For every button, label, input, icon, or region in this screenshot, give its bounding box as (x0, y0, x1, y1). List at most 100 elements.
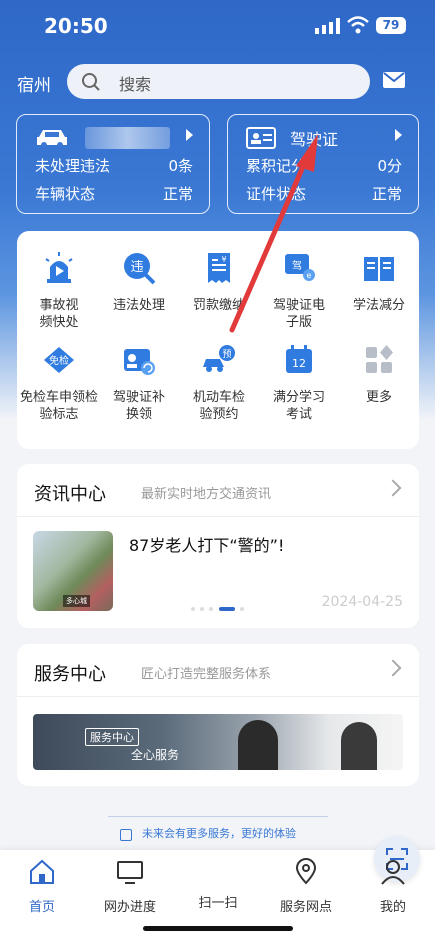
service-label: 驾驶证补换领 (112, 390, 165, 422)
service-inspection-booking[interactable]: 预 机动车检验预约 (179, 343, 259, 423)
tab-label: 我的 (379, 900, 406, 915)
more-services-note: 未来会有更多服务，更好的体验 (108, 816, 328, 850)
svg-text:12: 12 (292, 357, 306, 370)
vehicle-status-label: 车辆状态 (35, 185, 96, 203)
service-grid: 事故视频快处 违 违法处理 ¥ 罚款缴纳 驾 e 驾驶证电子版 学法减分 免检 … (17, 231, 419, 449)
service-fine-payment[interactable]: ¥ 罚款缴纳 (179, 251, 259, 314)
scan-spacer (204, 858, 232, 886)
tab-home[interactable]: 首页 (2, 858, 82, 915)
service-center-title: 服务中心 (34, 664, 106, 685)
chevron-right-icon[interactable] (384, 659, 402, 677)
carousel-indicator (191, 607, 251, 613)
service-label: 驾驶证电子版 (272, 298, 325, 330)
service-label: 更多 (365, 390, 392, 405)
divider (17, 516, 419, 517)
svg-text:驾: 驾 (292, 260, 302, 272)
banner-tag: 服务中心 (85, 728, 139, 746)
service-label: 学法减分 (352, 298, 405, 313)
inspection-booking-icon: 预 (203, 345, 235, 372)
tab-service-points[interactable]: 服务网点 (266, 858, 346, 915)
search-bar[interactable]: 搜索 (67, 64, 370, 99)
user-icon (381, 860, 405, 885)
service-label: 机动车检验预约 (192, 390, 245, 422)
violations-label: 未处理违法 (35, 157, 111, 175)
plate-number-redacted (85, 127, 170, 149)
tab-label: 服务网点 (279, 900, 332, 915)
id-card-icon (246, 127, 276, 149)
license-status-label: 证件状态 (246, 185, 307, 203)
service-e-license[interactable]: 驾 e 驾驶证电子版 (259, 251, 339, 331)
carousel-dot-active (219, 607, 235, 611)
calendar-12-icon: 12 (286, 345, 312, 373)
service-license-renew[interactable]: 驾驶证补换领 (99, 343, 179, 423)
tab-mine[interactable]: 我的 (353, 858, 433, 915)
banner-subtitle: 全心服务 (131, 748, 180, 762)
carousel-dot (240, 607, 244, 611)
tab-label: 网办进度 (103, 900, 156, 915)
open-book-icon (364, 257, 394, 281)
chevron-right-icon (186, 129, 193, 141)
cellular-signal-icon (315, 18, 340, 34)
banner-person (341, 722, 377, 770)
svg-text:免检: 免检 (49, 354, 69, 367)
news-center: 资讯中心 最新实时地方交通资讯 多心城 87岁老人打下“警的”! 2024-04… (17, 464, 419, 628)
service-full-score-exam[interactable]: 12 满分学习考试 (259, 343, 339, 423)
thumbnail-watermark: 多心城 (63, 595, 90, 607)
city-selector[interactable]: 宿州 (17, 71, 51, 96)
map-pin-icon (295, 858, 317, 885)
svg-text:e: e (307, 271, 312, 280)
service-study-deduct[interactable]: 学法减分 (339, 251, 419, 314)
service-exempt-inspection[interactable]: 免检 免检车申领检验标志 (19, 343, 99, 423)
service-center: 服务中心 匠心打造完整服务体系 服务中心 全心服务 (17, 644, 419, 786)
license-card[interactable]: 驾驶证 累积记分 0分 证件状态 正常 (227, 114, 419, 214)
news-headline[interactable]: 87岁老人打下“警的”! (129, 532, 284, 556)
news-thumbnail[interactable]: 多心城 (33, 531, 113, 611)
fine-receipt-icon: ¥ (208, 253, 230, 283)
service-accident-video[interactable]: 事故视频快处 (19, 251, 99, 331)
search-icon (82, 73, 100, 91)
service-center-subtitle: 匠心打造完整服务体系 (141, 667, 272, 682)
license-renew-icon (124, 349, 155, 375)
points-value: 0分 (377, 157, 402, 175)
carousel-dot (191, 607, 195, 611)
news-subtitle: 最新实时地方交通资讯 (141, 487, 272, 502)
tab-progress[interactable]: 网办进度 (90, 858, 170, 915)
more-grid-icon (366, 345, 393, 373)
carousel-dot (209, 607, 213, 611)
svg-text:预: 预 (222, 349, 231, 360)
vehicle-card[interactable]: 未处理违法 0条 车辆状态 正常 (16, 114, 210, 214)
vehicle-status-value: 正常 (162, 185, 193, 203)
svg-text:¥: ¥ (221, 255, 226, 264)
tab-label: 首页 (28, 900, 55, 915)
license-status-value: 正常 (371, 185, 402, 203)
monitor-icon (117, 861, 143, 884)
news-date: 2024-04-25 (321, 594, 403, 610)
search-placeholder: 搜索 (119, 75, 152, 94)
points-label: 累积记分 (246, 157, 307, 175)
tab-label: 扫一扫 (198, 896, 238, 911)
service-label: 事故视频快处 (39, 298, 79, 330)
clock: 20:50 (44, 14, 108, 38)
home-icon (30, 859, 54, 884)
service-label: 免检车申领检验标志 (19, 390, 98, 422)
divider (17, 696, 419, 697)
home-indicator (143, 926, 293, 931)
chevron-right-icon[interactable] (384, 479, 402, 497)
violations-value: 0条 (168, 157, 193, 175)
alarm-light-icon (45, 252, 73, 283)
service-more[interactable]: 更多 (339, 343, 419, 406)
violation-search-icon: 违 (124, 253, 156, 285)
wifi-icon (347, 16, 369, 34)
news-title: 资讯中心 (34, 484, 106, 505)
service-label: 满分学习考试 (272, 390, 325, 422)
svg-text:违: 违 (130, 260, 143, 275)
service-violation[interactable]: 违 违法处理 (99, 251, 179, 314)
service-label: 罚款缴纳 (192, 298, 245, 313)
tab-scan[interactable]: 扫一扫 (178, 836, 420, 911)
service-banner[interactable]: 服务中心 全心服务 (33, 714, 403, 770)
status-bar: 20:50 79 (0, 12, 435, 42)
mail-icon[interactable] (382, 70, 406, 90)
car-icon (37, 130, 67, 148)
chevron-right-icon (395, 129, 402, 141)
battery-icon: 79 (376, 17, 406, 34)
